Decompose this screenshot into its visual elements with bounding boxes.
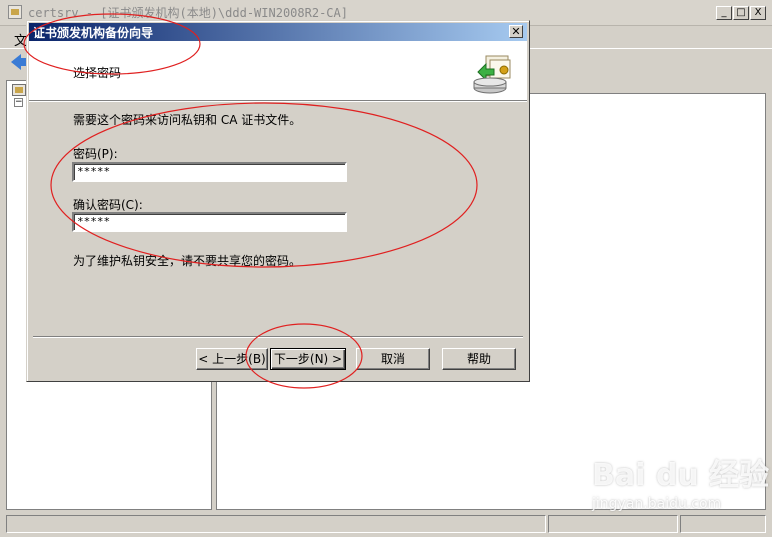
password-field[interactable]: ***** [72, 162, 347, 182]
console-app-icon [8, 5, 22, 19]
baidu-watermark: Bai du 经验 jingyan.baidu.com [592, 450, 769, 520]
maximize-button[interactable]: □ [733, 6, 749, 20]
back-button[interactable]: < 上一步(B) [196, 348, 268, 370]
watermark-logo: Bai du 经验 [592, 458, 770, 493]
intro-text: 需要这个密码来访问私钥和 CA 证书文件。 [73, 113, 302, 127]
dialog-title: 证书颁发机构备份向导 [33, 26, 154, 40]
cancel-button[interactable]: 取消 [356, 348, 430, 370]
footer-divider [33, 336, 523, 338]
confirm-password-field[interactable]: ***** [72, 212, 347, 232]
next-button[interactable]: 下一步(N) > [270, 348, 346, 370]
help-button[interactable]: 帮助 [442, 348, 516, 370]
certificate-backup-icon [473, 55, 511, 94]
console-window-title: certsrv - [证书颁发机构(本地)\ddd-WIN2008R2-CA] [28, 6, 348, 20]
watermark-url: jingyan.baidu.com [592, 496, 722, 512]
wizard-step-title: 选择密码 [73, 66, 122, 80]
close-window-button[interactable]: X [750, 6, 766, 20]
password-label: 密码(P): [73, 147, 118, 161]
status-segment-main [6, 515, 546, 533]
minimize-button[interactable]: _ [716, 6, 732, 20]
console-root-icon[interactable] [12, 84, 26, 96]
tree-collapse-icon[interactable]: − [14, 98, 23, 107]
confirm-password-label: 确认密码(C): [73, 198, 143, 212]
dialog-close-button[interactable]: ✕ [509, 25, 523, 38]
header-divider [29, 101, 527, 102]
security-note: 为了维护私钥安全，请不要共享您的密码。 [73, 254, 302, 268]
